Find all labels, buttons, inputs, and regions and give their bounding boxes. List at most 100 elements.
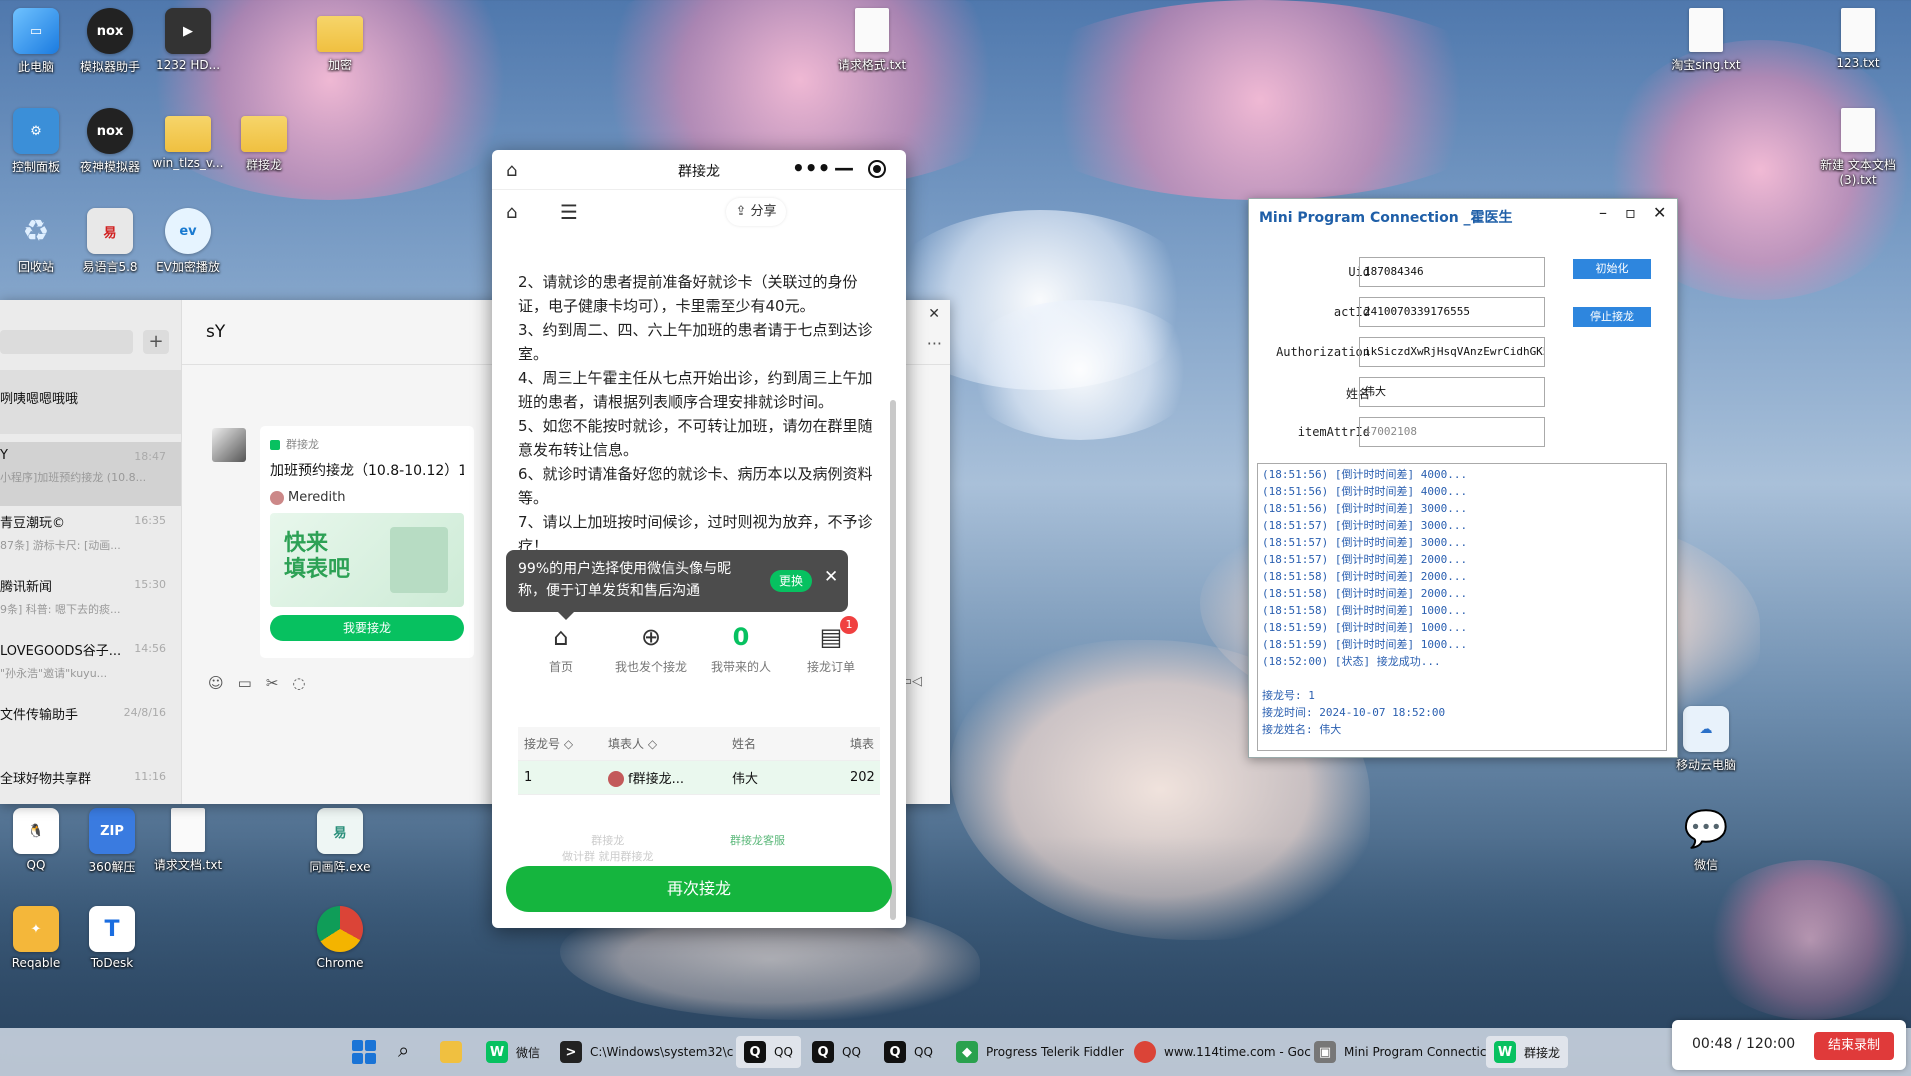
desktop-icon-chrome[interactable]: Chrome (294, 906, 386, 970)
chat-bubble-icon[interactable]: ◌ (292, 674, 319, 692)
record-icon[interactable] (868, 160, 886, 178)
chat-time: 15:30 (134, 578, 166, 591)
desktop-icon-todesk[interactable]: T ToDesk (66, 906, 158, 970)
desktop-icon-wechat[interactable]: 💬 微信 (1660, 806, 1752, 873)
chat-item[interactable]: 青豆潮玩© 87条] 游标卡尺: [动画... 16:35 (0, 506, 181, 570)
folder-icon[interactable]: ▭ (238, 674, 266, 692)
log-line: (18:51:57) [倒计时时间差] 3000... (1262, 536, 1468, 549)
text-file-icon (171, 808, 205, 852)
chat-toolbar: ☺▭✂◌ (208, 674, 320, 692)
chat-item[interactable]: 腾讯新闻 9条] 科普: 嗯下去的痰... 15:30 (0, 570, 181, 634)
authorization-field[interactable]: ikSiczdXwRjHsqVAnzEwrCidhGK5wA (1359, 337, 1545, 367)
log-output[interactable]: (18:51:56) [倒计时时间差] 4000... (18:51:56) [… (1257, 463, 1667, 751)
reqable-icon: ✦ (13, 906, 59, 952)
avatar[interactable] (212, 428, 246, 462)
item-attr-id-field[interactable]: 47002108 (1359, 417, 1545, 447)
start-icon[interactable] (352, 1040, 376, 1064)
column-header[interactable]: 填表人 ◇ (602, 735, 726, 752)
taskbar-qq-2[interactable]: Q QQ (812, 1036, 861, 1068)
mini-program-card[interactable]: 群接龙 加班预约接龙（10.8-10.12）1... Meredith 快来 填… (260, 426, 474, 658)
taskbar-qunjielong[interactable]: W 群接龙 (1486, 1036, 1569, 1068)
taskbar-chrome[interactable]: www.114time.com - Goc (1134, 1036, 1311, 1068)
name-field[interactable]: 伟大 (1359, 377, 1545, 407)
taskbar-fiddler[interactable]: ◆ Progress Telerik Fiddler (956, 1036, 1124, 1068)
minimize-icon[interactable]: – (1599, 203, 1607, 222)
folder-icon (241, 116, 287, 152)
tab-orders[interactable]: ▤ 接龙订单 (786, 620, 876, 675)
footer-link-support[interactable]: 群接龙客服 (730, 832, 785, 848)
minimize-icon[interactable]: — (834, 156, 854, 180)
terminal-icon: > (560, 1041, 582, 1063)
tab-create[interactable]: ⊕ 我也发个接龙 (606, 620, 696, 675)
document-icon (390, 527, 448, 593)
stop-recording-button[interactable]: 结束录制 (1814, 1032, 1894, 1060)
taskbar-mini-program-connection[interactable]: ▣ Mini Program Connectic (1314, 1036, 1486, 1068)
home-icon[interactable]: ⌂ (506, 202, 517, 223)
close-icon[interactable]: ✕ (928, 306, 940, 322)
taskbar-file-explorer[interactable] (440, 1036, 470, 1068)
desktop-icon-ev-player[interactable]: ev EV加密播放 (142, 208, 234, 275)
log-line: (18:51:58) [倒计时时间差] 2000... (1262, 570, 1468, 583)
cell: 1 (524, 770, 533, 785)
user-avatar-icon (270, 490, 284, 505)
desktop-icon-taobao-sing-txt[interactable]: 淘宝sing.txt (1660, 8, 1752, 73)
more-icon[interactable]: ••• (792, 156, 830, 180)
folder-icon (165, 116, 211, 152)
scissors-icon[interactable]: ✂ (266, 674, 293, 692)
change-button[interactable]: 更换 (770, 570, 812, 592)
search-input[interactable] (0, 330, 133, 354)
emoji-icon[interactable]: ☺ (208, 674, 238, 692)
chat-time: 16:35 (134, 514, 166, 527)
tab-home[interactable]: ⌂ 首页 (516, 620, 606, 675)
order-icon: ▤ (819, 623, 843, 651)
chat-item[interactable]: 咧咦嗯嗯哦哦 (0, 370, 181, 434)
folder-icon (317, 16, 363, 52)
desktop-icon-label: 同画阵.exe (309, 860, 371, 874)
init-button[interactable]: 初始化 (1573, 259, 1651, 279)
chat-item[interactable]: LOVEGOODS谷子... "孙永浩"邀请"kuyu... 14:56 (0, 634, 181, 698)
taskbar-cmd[interactable]: > C:\Windows\system32\c (560, 1036, 733, 1068)
menu-icon[interactable]: ☰ (560, 200, 578, 224)
desktop-icon-new-text-doc[interactable]: 新建 文本文档 (3).txt (1812, 108, 1904, 187)
column-header[interactable]: 接龙号 ◇ (518, 735, 602, 752)
chat-item[interactable]: 文件传输助手 24/8/16 (0, 698, 181, 762)
close-icon[interactable]: ✕ (824, 566, 838, 588)
recycle-bin-icon: ♻ (22, 213, 50, 249)
desktop-icon-request-format-txt[interactable]: 请求格式.txt (826, 8, 918, 73)
footer-link-brand[interactable]: 群接龙 做计群 就用群接龙 (562, 832, 654, 864)
join-again-button[interactable]: 再次接龙 (506, 866, 892, 912)
add-button[interactable]: + (143, 330, 169, 354)
table-row[interactable]: 1 f群接龙... 伟大 202 (518, 761, 880, 795)
actid-field[interactable]: 2410070339176555 (1359, 297, 1545, 327)
desktop-icon-encrypt-folder[interactable]: 加密 (294, 8, 386, 73)
taskbar-qq-1[interactable]: Q QQ (736, 1036, 801, 1068)
more-icon[interactable]: ··· (927, 334, 942, 353)
desktop-icon-video[interactable]: ▶ 1232 HD... (142, 8, 234, 72)
stop-button[interactable]: 停止接龙 (1573, 307, 1651, 327)
maximize-icon[interactable]: ▫ (1625, 203, 1636, 222)
chat-item[interactable]: 全球好物共享群 11:16 (0, 762, 181, 804)
app-icon: 易 (317, 808, 363, 854)
tab-invited[interactable]: 0 我带来的人 (696, 620, 786, 675)
card-source: 群接龙 (270, 436, 464, 452)
close-icon[interactable]: ✕ (1653, 203, 1666, 222)
card-image-text: 快来 填表吧 (284, 531, 351, 582)
search-icon[interactable]: ⌕ (398, 1038, 409, 1062)
chat-item-active[interactable]: Y 小程序]加班预约接龙 (10.8... 18:47 (0, 442, 181, 506)
share-button[interactable]: ⇪ 分享 (726, 198, 786, 226)
desktop-icon-request-doc-txt[interactable]: 请求文档.txt (142, 808, 234, 873)
taskbar-qq-3[interactable]: Q QQ (884, 1036, 933, 1068)
log-line: (18:51:59) [倒计时时间差] 1000... (1262, 621, 1468, 634)
log-line: (18:51:58) [倒计时时间差] 1000... (1262, 604, 1468, 617)
text-file-icon (1841, 108, 1875, 152)
uid-field[interactable]: 187084346 (1359, 257, 1545, 287)
join-button[interactable]: 我要接龙 (270, 615, 464, 641)
todesk-icon: T (89, 906, 135, 952)
taskbar-wechat[interactable]: W 微信 (486, 1036, 540, 1068)
desktop-icon-123-txt[interactable]: 123.txt (1812, 8, 1904, 70)
desktop-icon-qunjielong-folder[interactable]: 群接龙 (218, 108, 310, 173)
desktop-icon-label: 加密 (327, 58, 352, 72)
log-line: 接龙姓名: 伟大 (1262, 723, 1342, 736)
desktop-icon-tonghuazhen-exe[interactable]: 易 同画阵.exe (294, 808, 386, 875)
